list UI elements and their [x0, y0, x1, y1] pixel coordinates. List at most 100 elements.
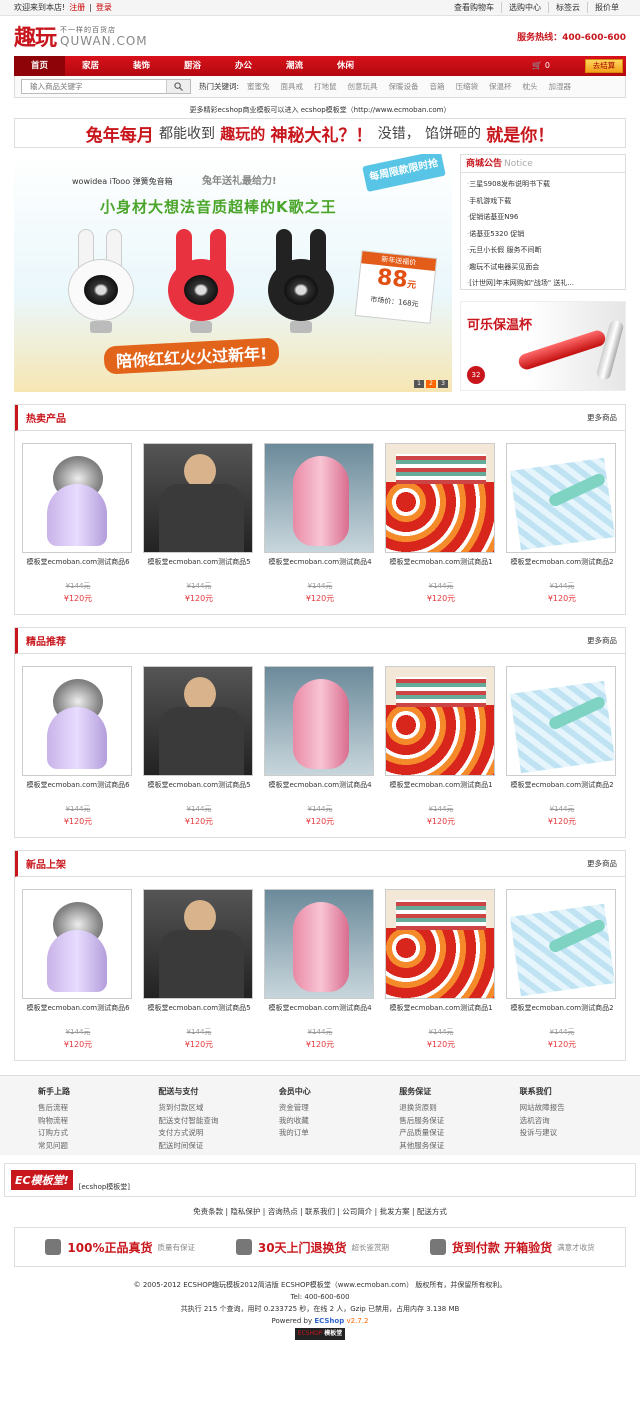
product-image[interactable]	[264, 443, 374, 553]
product-name[interactable]: 模板堂ecmoban.com测试商品4	[264, 1003, 376, 1013]
register-link[interactable]: 注册	[69, 3, 85, 12]
product-name[interactable]: 模板堂ecmoban.com测试商品6	[22, 1003, 134, 1013]
product-image[interactable]	[22, 443, 132, 553]
announcement-item[interactable]: 手机游戏下载	[467, 193, 619, 210]
nav-item[interactable]: 家居	[65, 56, 116, 76]
product-image[interactable]	[506, 889, 616, 999]
footer-link[interactable]: 其他服务保证	[399, 1140, 519, 1153]
bottom-link[interactable]: 配送方式	[417, 1207, 447, 1216]
top-link[interactable]: 标签云	[548, 2, 587, 13]
product-name[interactable]: 模板堂ecmoban.com测试商品6	[22, 557, 134, 567]
product-image[interactable]	[506, 666, 616, 776]
hot-keyword[interactable]: 加湿器	[549, 81, 572, 92]
product-name[interactable]: 模板堂ecmoban.com测试商品1	[385, 1003, 497, 1013]
top-link[interactable]: 选购中心	[501, 2, 548, 13]
announcement-item[interactable]: [计世网]年末网购如"战场" 送礼...	[467, 275, 619, 292]
slide-dot[interactable]: 2	[426, 380, 436, 388]
hot-keyword[interactable]: 打地鼠	[314, 81, 337, 92]
product-name[interactable]: 模板堂ecmoban.com测试商品5	[143, 1003, 255, 1013]
product-image[interactable]	[143, 443, 253, 553]
checkout-button[interactable]: 去结算	[585, 59, 623, 73]
product-name[interactable]: 模板堂ecmoban.com测试商品4	[264, 780, 376, 790]
product-image[interactable]	[143, 666, 253, 776]
top-link[interactable]: 报价单	[587, 2, 626, 13]
bottom-link[interactable]: 免责条款	[193, 1207, 223, 1216]
hot-keyword[interactable]: 压缩袋	[456, 81, 479, 92]
more-link[interactable]: 更多商品	[587, 412, 617, 423]
product-name[interactable]: 模板堂ecmoban.com测试商品5	[143, 557, 255, 567]
product-image[interactable]	[385, 666, 495, 776]
footer-link[interactable]: 常见问题	[38, 1140, 158, 1153]
product-image[interactable]	[22, 889, 132, 999]
footer-link[interactable]: 订购方式	[38, 1127, 158, 1140]
slide-dot[interactable]: 1	[414, 380, 424, 388]
footer-link[interactable]: 配送时间保证	[158, 1140, 278, 1153]
product-name[interactable]: 模板堂ecmoban.com测试商品1	[385, 557, 497, 567]
nav-item[interactable]: 休闲	[320, 56, 371, 76]
product-card[interactable]: 模板堂ecmoban.com测试商品5 ¥144元 ¥120元	[143, 889, 255, 1050]
bottom-link[interactable]: 批发方案	[380, 1207, 410, 1216]
product-card[interactable]: 模板堂ecmoban.com测试商品1 ¥144元 ¥120元	[385, 666, 497, 827]
promo-banner[interactable]: 兔年每月 都能收到 趣玩的 神秘大礼？！ 没错， 馅饼砸的 就是你！	[14, 118, 626, 148]
ecshop-link[interactable]: ECShop	[314, 1317, 344, 1325]
product-image[interactable]	[22, 666, 132, 776]
product-card[interactable]: 模板堂ecmoban.com测试商品4 ¥144元 ¥120元	[264, 666, 376, 827]
bottom-link[interactable]: 隐私保护	[230, 1207, 260, 1216]
footer-link[interactable]: 产品质量保证	[399, 1127, 519, 1140]
nav-item[interactable]: 装饰	[116, 56, 167, 76]
product-name[interactable]: 模板堂ecmoban.com测试商品1	[385, 780, 497, 790]
search-input[interactable]	[22, 82, 162, 91]
footer-link[interactable]: 售后流程	[38, 1102, 158, 1115]
slideshow[interactable]: 每周限款限时抢 wowidea iTooo 弹簧兔音箱 兔年送礼最给力! 小身材…	[14, 154, 452, 392]
footer-link[interactable]: 投诉与建议	[520, 1127, 640, 1140]
top-link[interactable]: 查看购物车	[447, 2, 501, 13]
product-card[interactable]: 模板堂ecmoban.com测试商品2 ¥144元 ¥120元	[506, 443, 618, 604]
bottom-link[interactable]: 咨询热点	[268, 1207, 298, 1216]
footer-link[interactable]: 货到付款区域	[158, 1102, 278, 1115]
product-card[interactable]: 模板堂ecmoban.com测试商品1 ¥144元 ¥120元	[385, 443, 497, 604]
powered-badge[interactable]: ECSHOP 模板堂	[294, 1328, 346, 1340]
footer-link[interactable]: 选机咨询	[520, 1115, 640, 1128]
announcement-item[interactable]: 元旦小长假 服务不间断	[467, 242, 619, 259]
more-link[interactable]: 更多商品	[587, 635, 617, 646]
footer-link[interactable]: 支付方式说明	[158, 1127, 278, 1140]
announcement-item[interactable]: 三星S908发布说明书下载	[467, 176, 619, 193]
product-card[interactable]: 模板堂ecmoban.com测试商品6 ¥144元 ¥120元	[22, 666, 134, 827]
hot-keyword[interactable]: 创意玩具	[348, 81, 378, 92]
footer-link[interactable]: 购物流程	[38, 1115, 158, 1128]
product-image[interactable]	[264, 666, 374, 776]
bottom-link[interactable]: 公司简介	[342, 1207, 372, 1216]
product-name[interactable]: 模板堂ecmoban.com测试商品6	[22, 780, 134, 790]
product-image[interactable]	[143, 889, 253, 999]
product-card[interactable]: 模板堂ecmoban.com测试商品5 ¥144元 ¥120元	[143, 666, 255, 827]
announcement-item[interactable]: 诺基亚5320 促销	[467, 226, 619, 243]
product-name[interactable]: 模板堂ecmoban.com测试商品2	[506, 1003, 618, 1013]
product-name[interactable]: 模板堂ecmoban.com测试商品2	[506, 780, 618, 790]
product-card[interactable]: 模板堂ecmoban.com测试商品6 ¥144元 ¥120元	[22, 443, 134, 604]
footer-link[interactable]: 资金管理	[279, 1102, 399, 1115]
footer-link[interactable]: 退换货原则	[399, 1102, 519, 1115]
product-image[interactable]	[385, 889, 495, 999]
bottom-link[interactable]: 联系我们	[305, 1207, 335, 1216]
cart-widget[interactable]: 🛒 0	[532, 56, 550, 76]
hot-keyword[interactable]: 保暖设备	[389, 81, 419, 92]
footer-link[interactable]: 我的订单	[279, 1127, 399, 1140]
footer-link[interactable]: 网站故障报告	[520, 1102, 640, 1115]
announcement-item[interactable]: 趣玩不试电器买见面会	[467, 259, 619, 276]
nav-item[interactable]: 首页	[14, 56, 65, 76]
slide-dot[interactable]: 3	[438, 380, 448, 388]
ec-ad[interactable]: EC模板堂! [ecshop模板堂]	[4, 1163, 636, 1197]
search-button[interactable]	[166, 80, 190, 93]
more-link[interactable]: 更多商品	[587, 858, 617, 869]
product-card[interactable]: 模板堂ecmoban.com测试商品1 ¥144元 ¥120元	[385, 889, 497, 1050]
footer-link[interactable]: 售后服务保证	[399, 1115, 519, 1128]
footer-link[interactable]: 配送支付智能查询	[158, 1115, 278, 1128]
footer-link[interactable]: 我的收藏	[279, 1115, 399, 1128]
product-card[interactable]: 模板堂ecmoban.com测试商品2 ¥144元 ¥120元	[506, 666, 618, 827]
product-card[interactable]: 模板堂ecmoban.com测试商品4 ¥144元 ¥120元	[264, 889, 376, 1050]
hot-keyword[interactable]: 蜜蜜兔	[247, 81, 270, 92]
hot-keyword[interactable]: 枕头	[523, 81, 538, 92]
hot-keyword[interactable]: 保温杯	[489, 81, 512, 92]
product-image[interactable]	[264, 889, 374, 999]
cup-ad[interactable]: 可乐保温杯 32	[460, 301, 626, 391]
